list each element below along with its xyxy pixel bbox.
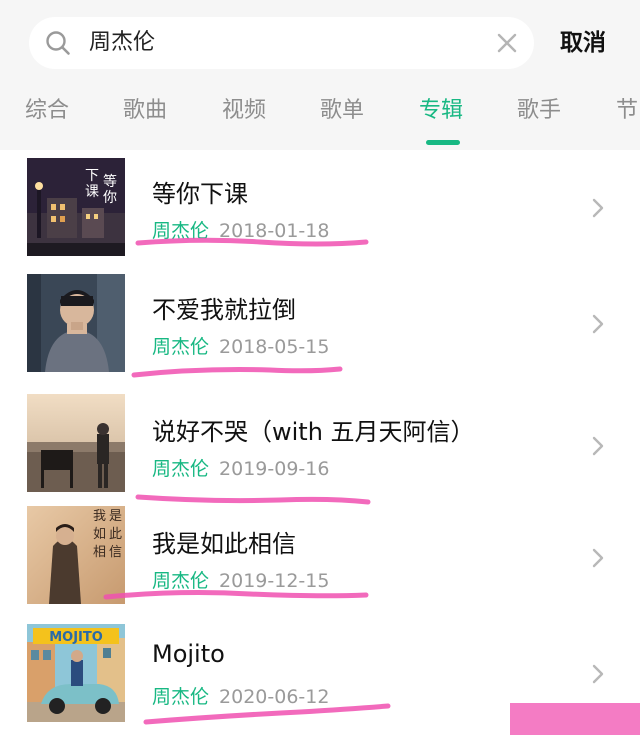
album-meta: 周杰伦 2019-09-16 — [152, 454, 329, 481]
album-item[interactable]: 下 课 等 你 等你下课 周杰伦 2018-01-18 — [0, 150, 640, 266]
active-tab-indicator — [426, 140, 460, 145]
album-list: 下 课 等 你 等你下课 周杰伦 2018-01-18 不爱我就拉倒 周杰伦 201… — [0, 150, 640, 735]
album-cover — [27, 274, 125, 372]
chevron-right-icon — [592, 314, 604, 334]
album-cover: MOJITO — [27, 624, 125, 722]
chevron-right-icon — [592, 436, 604, 456]
artist-name[interactable]: 周杰伦 — [152, 686, 209, 708]
tab-albums[interactable]: 专辑 — [419, 88, 463, 134]
cover-text: 课 — [85, 184, 99, 200]
category-tabs: 综合 歌曲 视频 歌单 专辑 歌手 节 — [0, 88, 640, 145]
album-meta: 周杰伦 2019-12-15 — [152, 566, 329, 593]
search-icon — [46, 31, 70, 55]
cover-text: 我 — [93, 509, 106, 524]
album-item[interactable]: MOJITO Mojito 周杰伦 2020-06-12 — [0, 616, 640, 732]
album-title: 不爱我就拉倒 — [152, 296, 296, 324]
cover-text: 相 — [93, 545, 106, 560]
release-date: 2019-12-15 — [219, 570, 330, 592]
tab-artists[interactable]: 歌手 — [517, 88, 561, 134]
album-cover — [27, 394, 125, 492]
tab-overall[interactable]: 综合 — [25, 88, 69, 134]
cover-text: 你 — [103, 190, 117, 206]
artist-name[interactable]: 周杰伦 — [152, 458, 209, 480]
album-item[interactable]: 我 是 如 此 相 信 我是如此相信 周杰伦 2019-12-15 — [0, 500, 640, 616]
album-meta: 周杰伦 2018-01-18 — [152, 216, 329, 243]
cover-text: 此 — [109, 527, 122, 542]
album-item[interactable]: 说好不哭（with 五月天阿信） 周杰伦 2019-09-16 — [0, 388, 640, 504]
album-title: 我是如此相信 — [152, 530, 296, 558]
album-meta: 周杰伦 2020-06-12 — [152, 682, 329, 709]
release-date: 2019-09-16 — [219, 458, 330, 480]
album-item[interactable]: 不爱我就拉倒 周杰伦 2018-05-15 — [0, 266, 640, 382]
release-date: 2018-05-15 — [219, 336, 330, 358]
tab-songs[interactable]: 歌曲 — [123, 88, 167, 134]
chevron-right-icon — [592, 548, 604, 568]
cover-text: 等 — [103, 173, 117, 190]
cover-text: 是 — [109, 509, 122, 524]
cover-text: 信 — [109, 545, 122, 560]
tab-more[interactable]: 节 — [616, 88, 638, 134]
chevron-right-icon — [592, 664, 604, 684]
album-title: 说好不哭（with 五月天阿信） — [152, 418, 475, 446]
album-meta: 周杰伦 2018-05-15 — [152, 332, 329, 359]
album-title: Mojito — [152, 640, 225, 668]
cover-text: 下 — [85, 168, 99, 184]
artist-name[interactable]: 周杰伦 — [152, 220, 209, 242]
cover-text: MOJITO — [49, 630, 103, 645]
clear-icon[interactable] — [496, 32, 518, 54]
chevron-right-icon — [592, 198, 604, 218]
artist-name[interactable]: 周杰伦 — [152, 570, 209, 592]
album-title: 等你下课 — [152, 180, 248, 208]
tab-playlists[interactable]: 歌单 — [320, 88, 364, 134]
search-input[interactable]: 周杰伦 — [89, 17, 155, 69]
tab-videos[interactable]: 视频 — [222, 88, 266, 134]
album-cover: 下 课 等 你 — [27, 158, 125, 256]
release-date: 2018-01-18 — [219, 220, 330, 242]
release-date: 2020-06-12 — [219, 686, 330, 708]
artist-name[interactable]: 周杰伦 — [152, 336, 209, 358]
search-bar[interactable]: 周杰伦 — [29, 17, 534, 69]
cancel-button[interactable]: 取消 — [560, 17, 606, 69]
cover-text: 如 — [93, 526, 106, 542]
album-cover: 我 是 如 此 相 信 — [27, 506, 125, 604]
